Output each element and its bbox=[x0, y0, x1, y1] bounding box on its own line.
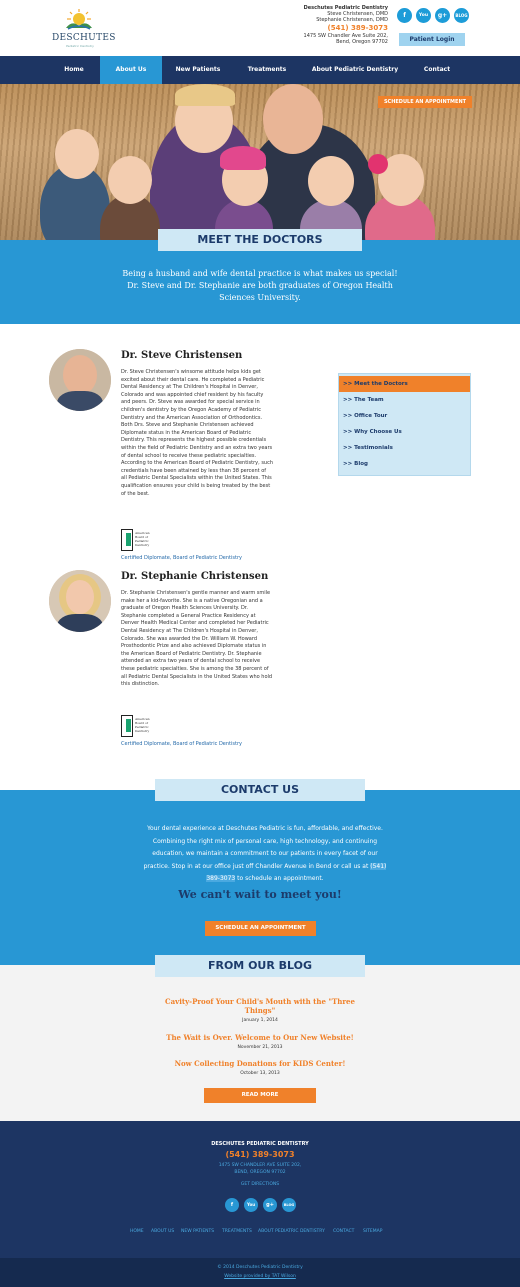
sidebar-item-testimonials[interactable]: >> Testimonials bbox=[339, 440, 470, 456]
read-more-button[interactable]: READ MORE bbox=[204, 1088, 316, 1103]
sun-logo-icon bbox=[66, 9, 92, 30]
child-4-face bbox=[308, 156, 354, 206]
google-plus-icon[interactable]: g+ bbox=[263, 1198, 277, 1212]
google-plus-icon[interactable]: g+ bbox=[435, 8, 450, 23]
blog-post-title[interactable]: Now Collecting Donations for KIDS Center… bbox=[160, 1059, 360, 1068]
header-phone[interactable]: (541) 389-3073 bbox=[304, 25, 388, 32]
stephanie-face bbox=[66, 580, 94, 614]
blog-post-title[interactable]: Cavity-Proof Your Child's Mouth with the… bbox=[160, 997, 360, 1015]
about-sidebar: >> Meet the Doctors >> The Team >> Offic… bbox=[338, 373, 471, 476]
facebook-icon[interactable]: f bbox=[397, 8, 412, 23]
footer-address-1: 1475 SW CHANDLER AVE SUITE 202, bbox=[218, 1163, 302, 1168]
header-contact: Deschutes Pediatric Dentistry Steve Chri… bbox=[304, 5, 388, 45]
blog-icon[interactable]: BLOG bbox=[282, 1198, 296, 1212]
footer-link-contact[interactable]: CONTACT bbox=[333, 1229, 354, 1234]
steve-shirt bbox=[57, 391, 103, 411]
copyright-text: © 2014 Deschutes Pediatric Dentistry bbox=[217, 1265, 303, 1270]
footer-phone[interactable]: (541) 389-3073 bbox=[160, 1150, 360, 1159]
footer-link-about-us[interactable]: ABOUT US bbox=[151, 1229, 174, 1234]
blog-icon[interactable]: BLOG bbox=[454, 8, 469, 23]
blog-post-title[interactable]: The Wait is Over. Welcome to Our New Web… bbox=[160, 1033, 360, 1042]
footer-link-treatments[interactable]: TREATMENTS bbox=[222, 1229, 252, 1234]
steve-head bbox=[63, 355, 97, 395]
nav-about-us[interactable]: About Us bbox=[100, 56, 162, 84]
doctor-2-name: Stephanie Christensen, DMD bbox=[316, 17, 388, 23]
hair-flower bbox=[368, 154, 388, 174]
get-directions-link[interactable]: GET DIRECTIONS bbox=[160, 1182, 360, 1187]
blog-post-date: January 1, 2014 bbox=[242, 1018, 278, 1023]
abpd-logo-icon bbox=[121, 529, 133, 551]
blog-post-date: October 13, 2013 bbox=[240, 1071, 280, 1076]
abpd-badge-steve: American Board of Pediatric Dentistry bbox=[121, 529, 159, 553]
contact-ribbon: CONTACT US bbox=[155, 779, 365, 801]
contact-text-1: Your dental experience at Deschutes Pedi… bbox=[143, 825, 383, 870]
site-header: DESCHUTES Pediatric Dentistry Deschutes … bbox=[0, 0, 520, 56]
meet-doctors-intro: Being a husband and wife dental practice… bbox=[122, 269, 398, 302]
meet-doctors-ribbon: MEET THE DOCTORS bbox=[158, 229, 362, 251]
nav-about-pediatric-dentistry[interactable]: About Pediatric Dentistry bbox=[300, 56, 410, 84]
footer-address-2: BEND, OREGON 97702 bbox=[234, 1170, 286, 1175]
contact-text-2: to schedule an appointment. bbox=[237, 875, 324, 882]
sidebar-item-why-choose-us[interactable]: >> Why Choose Us bbox=[339, 424, 470, 440]
contact-schedule-button[interactable]: SCHEDULE AN APPOINTMENT bbox=[205, 921, 316, 936]
site-logo[interactable]: DESCHUTES Pediatric Dentistry bbox=[52, 6, 116, 50]
nav-treatments[interactable]: Treatments bbox=[234, 56, 300, 84]
contact-tagline: We can't wait to meet you! bbox=[178, 888, 342, 901]
child-1-face bbox=[55, 129, 99, 179]
blog-post-date: November 21, 2013 bbox=[237, 1045, 283, 1050]
steve-name: Dr. Steve Christensen bbox=[121, 350, 243, 361]
website-credit-link[interactable]: Website provided by TAT Wilson bbox=[160, 1274, 360, 1279]
nav-home[interactable]: Home bbox=[48, 56, 100, 84]
stephanie-shirt bbox=[57, 614, 103, 632]
footer-title: DESCHUTES PEDIATRIC DENTISTRY bbox=[211, 1141, 309, 1147]
stephanie-name: Dr. Stephanie Christensen bbox=[121, 571, 269, 582]
facebook-icon[interactable]: f bbox=[225, 1198, 239, 1212]
sidebar-item-office-tour[interactable]: >> Office Tour bbox=[339, 408, 470, 424]
nav-contact[interactable]: Contact bbox=[410, 56, 464, 84]
hero-schedule-button[interactable]: SCHEDULE AN APPOINTMENT bbox=[378, 96, 472, 108]
father-face bbox=[263, 84, 323, 154]
sidebar-item-blog[interactable]: >> Blog bbox=[339, 456, 470, 472]
patient-login-button[interactable]: Patient Login bbox=[399, 33, 465, 46]
hero-family-photo: SCHEDULE AN APPOINTMENT bbox=[0, 84, 520, 240]
steve-bio: Dr. Steve Christensen's winsome attitude… bbox=[121, 369, 274, 497]
badge-text: American Board of Pediatric Dentistry bbox=[135, 531, 150, 547]
logo-text: DESCHUTES bbox=[52, 33, 116, 43]
sidebar-item-team[interactable]: >> The Team bbox=[339, 392, 470, 408]
footer-link-new-patients[interactable]: NEW PATIENTS bbox=[181, 1229, 214, 1234]
youtube-icon[interactable]: You bbox=[244, 1198, 258, 1212]
main-nav: Home About Us New Patients Treatments Ab… bbox=[0, 56, 520, 84]
abpd-logo-icon bbox=[121, 715, 133, 737]
child-2-face bbox=[108, 156, 152, 204]
mother-hair bbox=[175, 84, 235, 106]
address-line-2: Bend, Oregon 97702 bbox=[336, 39, 388, 45]
blog-ribbon: FROM OUR BLOG bbox=[155, 955, 365, 977]
pink-hat bbox=[220, 146, 266, 170]
logo-tagline: Pediatric Dentistry bbox=[66, 44, 94, 48]
contact-paragraph: Your dental experience at Deschutes Pedi… bbox=[140, 823, 390, 886]
steve-photo bbox=[49, 349, 111, 411]
steve-cert-caption: Certified Diplomate, Board of Pediatric … bbox=[121, 555, 242, 561]
footer-link-about-pediatric[interactable]: ABOUT PEDIATRIC DENTISTRY bbox=[258, 1229, 325, 1234]
copyright-bar bbox=[0, 1258, 520, 1287]
stephanie-bio: Dr. Stephanie Christensen's gentle manne… bbox=[121, 590, 273, 688]
footer-link-sitemap[interactable]: SITEMAP bbox=[363, 1229, 382, 1234]
youtube-icon[interactable]: You bbox=[416, 8, 431, 23]
footer-link-home[interactable]: HOME bbox=[130, 1229, 144, 1234]
stephanie-photo bbox=[49, 570, 111, 632]
sidebar-item-meet-doctors[interactable]: >> Meet the Doctors bbox=[339, 376, 470, 392]
stephanie-cert-caption: Certified Diplomate, Board of Pediatric … bbox=[121, 741, 242, 747]
abpd-badge-stephanie: American Board of Pediatric Dentistry bbox=[121, 715, 159, 739]
nav-new-patients[interactable]: New Patients bbox=[162, 56, 234, 84]
badge-text: American Board of Pediatric Dentistry bbox=[135, 717, 150, 733]
